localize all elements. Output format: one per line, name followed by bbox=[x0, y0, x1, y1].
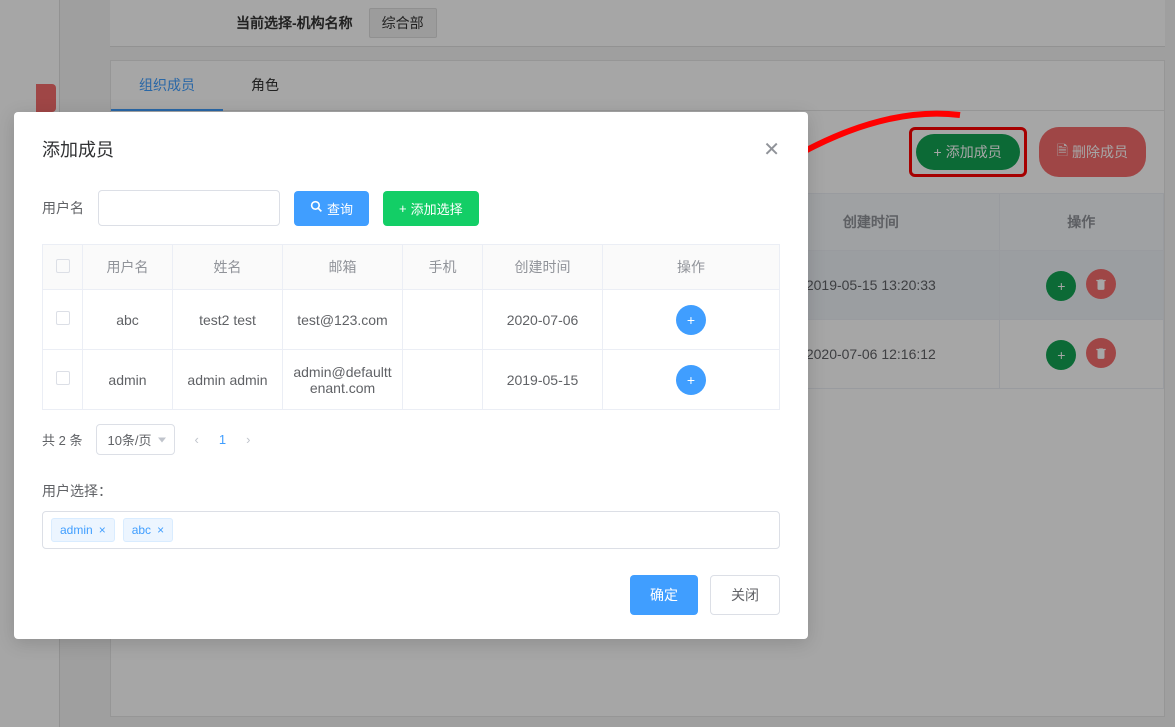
selected-tags: admin × abc × bbox=[42, 511, 780, 549]
tag: abc × bbox=[123, 518, 173, 542]
row-add-button[interactable]: + bbox=[676, 305, 706, 335]
plus-icon: + bbox=[399, 201, 407, 216]
ok-button[interactable]: 确定 bbox=[630, 575, 698, 615]
col-name: 姓名 bbox=[173, 245, 283, 290]
username-label: 用户名 bbox=[42, 198, 84, 218]
modal-footer: 确定 关闭 bbox=[42, 575, 780, 615]
col-email: 邮箱 bbox=[283, 245, 403, 290]
pagination: 共 2 条 10条/页 ‹ 1 › bbox=[42, 424, 780, 455]
modal-title: 添加成员 bbox=[42, 136, 114, 162]
col-user: 用户名 bbox=[83, 245, 173, 290]
username-input[interactable] bbox=[98, 190, 280, 226]
total-count: 共 2 条 bbox=[42, 430, 82, 449]
prev-page[interactable]: ‹ bbox=[189, 432, 205, 447]
search-row: 用户名 查询 + 添加选择 bbox=[42, 190, 780, 226]
table-row: admin admin admin admin@defaulttenant.co… bbox=[43, 350, 780, 410]
row-add-button[interactable]: + bbox=[676, 365, 706, 395]
select-all-checkbox[interactable] bbox=[56, 259, 70, 273]
selection-label: 用户选择： bbox=[42, 481, 780, 501]
tag-remove-icon[interactable]: × bbox=[99, 523, 106, 537]
query-button[interactable]: 查询 bbox=[294, 191, 369, 226]
page-number[interactable]: 1 bbox=[219, 432, 226, 447]
close-button[interactable]: 关闭 bbox=[710, 575, 780, 615]
user-table: 用户名 姓名 邮箱 手机 创建时间 操作 abc test2 test test… bbox=[42, 244, 780, 410]
tag-remove-icon[interactable]: × bbox=[157, 523, 164, 537]
tag: admin × bbox=[51, 518, 115, 542]
row-checkbox[interactable] bbox=[56, 311, 70, 325]
col-ops: 操作 bbox=[603, 245, 780, 290]
add-member-modal: 添加成员 ✕ 用户名 查询 + 添加选择 用户名 姓名 邮箱 手机 创建时间 操… bbox=[14, 112, 808, 639]
col-phone: 手机 bbox=[403, 245, 483, 290]
add-selection-button[interactable]: + 添加选择 bbox=[383, 191, 479, 226]
close-icon[interactable]: ✕ bbox=[763, 137, 780, 162]
search-icon bbox=[310, 200, 323, 216]
page-size-select[interactable]: 10条/页 bbox=[96, 424, 174, 455]
row-checkbox[interactable] bbox=[56, 371, 70, 385]
col-create: 创建时间 bbox=[483, 245, 603, 290]
table-row: abc test2 test test@123.com 2020-07-06 + bbox=[43, 290, 780, 350]
next-page[interactable]: › bbox=[240, 432, 256, 447]
